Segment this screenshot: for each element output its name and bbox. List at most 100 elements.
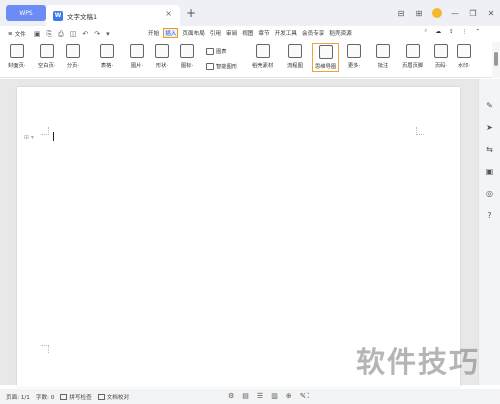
table-button[interactable]: 表格· xyxy=(100,44,114,69)
save-icon[interactable]: ▣ xyxy=(34,30,41,39)
spellcheck-icon xyxy=(60,393,68,400)
proofread-label: 文档校对 xyxy=(106,394,130,401)
site-watermark: 软件技巧 xyxy=(356,345,481,379)
select-arrow-icon[interactable]: ➤ xyxy=(485,123,495,133)
print-icon[interactable]: ⎙ xyxy=(58,30,64,39)
undo-icon[interactable]: ↶ xyxy=(82,30,88,39)
shapes-label: 形状· xyxy=(155,63,169,69)
preview-icon[interactable]: ◫ xyxy=(70,30,77,39)
docer-material-button[interactable]: 稻壳素材 xyxy=(252,44,273,69)
tab-references[interactable]: 引用 xyxy=(209,28,222,38)
fit-page-icon[interactable]: ⛶ xyxy=(304,392,309,401)
tab-developer[interactable]: 开发工具 xyxy=(274,28,298,38)
share-icon[interactable]: ⇪ xyxy=(449,29,454,35)
ribbon-scroll-thumb[interactable] xyxy=(494,52,498,66)
help-icon[interactable]: ? xyxy=(485,211,495,221)
spellcheck-toggle[interactable]: 拼写检查 xyxy=(60,393,92,401)
image-panel-icon[interactable]: ▣ xyxy=(485,167,495,177)
menubar-right-tools: ⌕ ☁ ⇪ ⋮ ⌃ xyxy=(424,28,480,35)
ribbon-scroll[interactable] xyxy=(492,42,500,78)
close-window-icon[interactable]: ✕ xyxy=(482,9,500,18)
watermark-button[interactable]: 水印· xyxy=(457,44,471,69)
tab-docer[interactable]: 稻壳资源 xyxy=(328,28,352,38)
chart-icon xyxy=(206,47,214,55)
insert-ribbon: 封面页· 空白页· 分页· 表格· 图片· 形状· 图标· 图表 智能图形 稻壳… xyxy=(0,42,492,78)
zoom-controls: ⛶ xyxy=(304,392,309,401)
grid-icon[interactable]: ⊞ xyxy=(410,9,428,18)
wps-home-tab[interactable]: WPS xyxy=(6,5,46,21)
cover-page-label: 封面页· xyxy=(8,63,26,69)
cover-page-icon xyxy=(9,44,24,58)
outline-view-icon[interactable]: ☰ xyxy=(257,392,263,400)
header-footer-button[interactable]: 页眉页脚 xyxy=(402,44,423,69)
tab-section[interactable]: 章节 xyxy=(257,28,270,38)
style-brush-icon[interactable]: ✎ xyxy=(485,101,495,111)
file-menu[interactable]: ≡ 文件 xyxy=(8,30,26,38)
adjust-icon[interactable]: ⇆ xyxy=(485,145,495,155)
paragraph-handle-icon[interactable]: ⊞ ▾ xyxy=(24,134,34,141)
page-break-button[interactable]: 分页· xyxy=(66,44,80,69)
smart-graphic-button[interactable]: 智能图形 xyxy=(206,62,237,70)
tab-member[interactable]: 会员专享 xyxy=(301,28,325,38)
chart-button[interactable]: 图表 xyxy=(206,47,227,55)
ribbon-tabs: 开始 插入 页面布局 引用 审阅 视图 章节 开发工具 会员专享 稻壳资源 xyxy=(147,28,353,38)
collapse-ribbon-icon[interactable]: ⌃ xyxy=(475,29,480,35)
layout-icon[interactable]: ⊟ xyxy=(392,9,410,18)
proofread-icon xyxy=(97,393,105,400)
mind-map-icon xyxy=(318,45,333,59)
blank-page-button[interactable]: 空白页· xyxy=(38,44,56,69)
comment-button[interactable]: 批注 xyxy=(376,44,390,69)
cover-page-button[interactable]: 封面页· xyxy=(8,44,26,69)
document-tab[interactable]: W 文字文稿1 × xyxy=(46,5,180,26)
title-bar: WPS W 文字文稿1 × + ⊟ ⊞ — ❐ ✕ xyxy=(0,0,500,26)
redo-icon[interactable]: ↷ xyxy=(94,30,100,39)
tab-review[interactable]: 审阅 xyxy=(225,28,238,38)
quick-access-toolbar: ▣ ⎘ ⎙ ◫ ↶ ↷ ▾ xyxy=(34,30,110,39)
comment-icon xyxy=(376,44,390,58)
tab-page-layout[interactable]: 页面布局 xyxy=(181,28,205,38)
more-icon[interactable]: ⋮ xyxy=(462,29,468,35)
margin-corner-bottom-left xyxy=(41,345,49,353)
tab-insert[interactable]: 插入 xyxy=(163,28,179,38)
more-button[interactable]: 更多· xyxy=(347,44,361,69)
maximize-icon[interactable]: ❐ xyxy=(464,9,482,18)
proofread-toggle[interactable]: 文档校对 xyxy=(97,393,130,401)
picture-button[interactable]: 图片· xyxy=(130,44,144,69)
icons-button[interactable]: 图标· xyxy=(180,44,194,69)
text-cursor xyxy=(53,132,54,141)
tab-home[interactable]: 开始 xyxy=(147,28,160,38)
docer-material-label: 稻壳素材 xyxy=(252,63,274,69)
flowchart-button[interactable]: 流程图 xyxy=(287,44,303,69)
file-menu-label: 文件 xyxy=(14,32,26,38)
word-count[interactable]: 字数: 0 xyxy=(36,393,54,401)
tab-view[interactable]: 视图 xyxy=(241,28,254,38)
eye-protect-icon[interactable]: ⚙ xyxy=(228,392,234,400)
table-icon xyxy=(100,44,114,58)
close-tab-icon[interactable]: × xyxy=(165,9,172,18)
export-icon[interactable]: ⎘ xyxy=(47,30,53,39)
page-view-icon[interactable]: ▤ xyxy=(242,392,249,400)
reading-view-icon[interactable]: ▥ xyxy=(271,392,278,400)
header-footer-icon xyxy=(405,44,420,58)
cloud-icon[interactable]: ☁ xyxy=(435,29,441,35)
page-number-icon xyxy=(434,44,448,58)
blank-page-icon xyxy=(39,44,54,58)
avatar[interactable] xyxy=(432,8,442,18)
search-box[interactable]: ⌕ xyxy=(424,28,427,35)
new-tab-button[interactable]: + xyxy=(186,6,196,20)
shapes-button[interactable]: 形状· xyxy=(155,44,169,69)
comment-label: 批注 xyxy=(377,63,389,69)
docer-material-icon xyxy=(255,44,270,58)
minimize-icon[interactable]: — xyxy=(446,9,464,18)
page-number-button[interactable]: 页码· xyxy=(434,44,448,69)
right-side-panel: ✎ ➤ ⇆ ▣ ◎ ? xyxy=(478,79,500,385)
table-label: 表格· xyxy=(100,63,114,69)
smart-graphic-label: 智能图形 xyxy=(216,64,238,70)
page-break-label: 分页· xyxy=(66,63,80,69)
more-quick-icon[interactable]: ▾ xyxy=(106,30,110,39)
chart-label: 图表 xyxy=(216,49,227,55)
web-view-icon[interactable]: ⊕ xyxy=(286,392,292,400)
mind-map-button[interactable]: 思维导图 xyxy=(312,43,340,72)
location-icon[interactable]: ◎ xyxy=(485,189,495,199)
margin-corner-top-right xyxy=(416,127,424,135)
